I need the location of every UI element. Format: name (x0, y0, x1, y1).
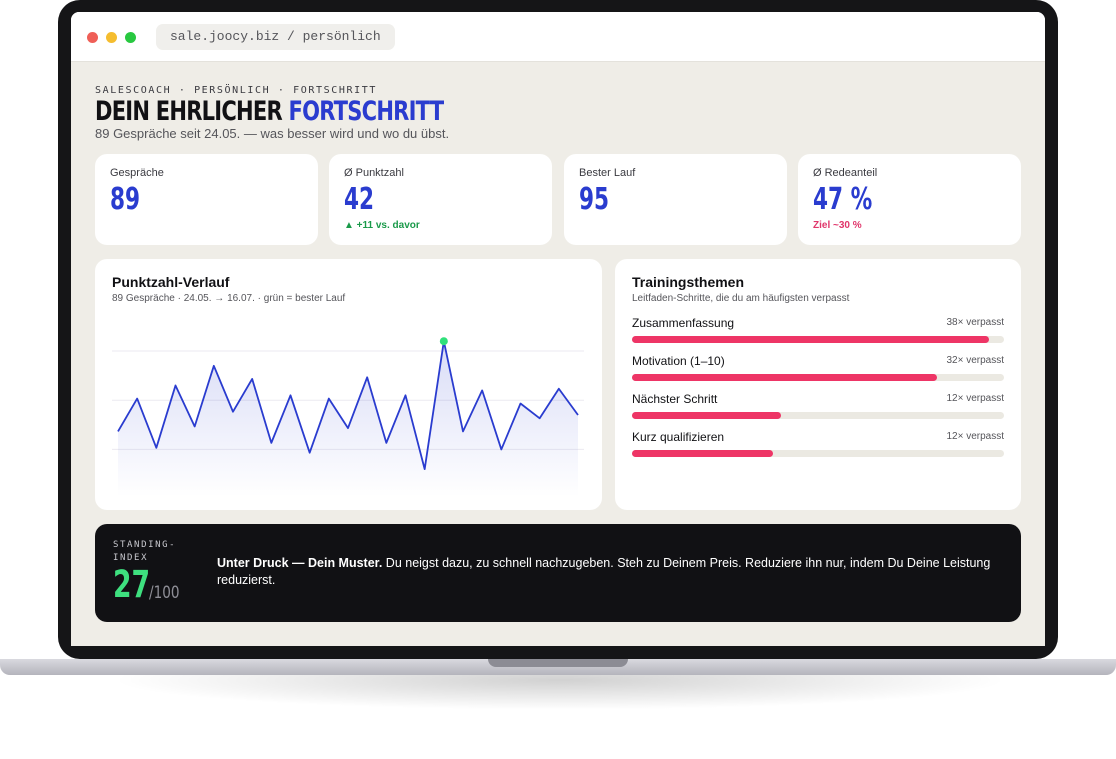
minimize-window-button[interactable] (106, 32, 117, 43)
kpi-value: 95 (579, 182, 610, 217)
topic-progress-track (632, 450, 1004, 457)
page-title: DEIN EHRLICHER FORTSCHRITT (95, 96, 444, 128)
best-run-marker (439, 337, 448, 346)
topic-count: 38× verpasst (946, 317, 1004, 328)
kpi-delta: ▲ +11 vs. davor (344, 220, 420, 231)
topic-progress-track (632, 336, 1004, 343)
score-chart-card: Punktzahl-Verlauf 89 Gespräche · 24.05. … (95, 259, 602, 510)
maximize-window-button[interactable] (125, 32, 136, 43)
kpi-card-bester-lauf: Bester Lauf 95 (564, 154, 787, 245)
topic-progress-fill (632, 450, 774, 457)
kpi-label: Ø Punktzahl (344, 167, 404, 179)
score-chart (112, 337, 584, 497)
kpi-label: Gespräche (110, 167, 164, 179)
topic-name: Motivation (1–10) (632, 354, 725, 368)
standing-index-card: STANDING-INDEX 27 /100 Unter Druck — Dei… (95, 524, 1021, 622)
topic-progress-fill (632, 412, 781, 419)
standing-insight-headline: Unter Druck — Dein Muster. (217, 556, 383, 570)
topic-name: Nächster Schritt (632, 392, 718, 406)
topics-title: Trainingsthemen (632, 274, 745, 290)
topic-item: Nächster Schritt 12× verpasst (632, 392, 1004, 422)
topics-subtitle: Leitfaden-Schritte, die du am häufigsten… (632, 293, 850, 304)
topic-item: Zusammenfassung 38× verpasst (632, 316, 1004, 346)
standing-index-label: STANDING-INDEX (113, 540, 177, 563)
topic-progress-track (632, 412, 1004, 419)
kpi-value: 47 % (813, 182, 873, 217)
topic-progress-fill (632, 374, 938, 381)
close-window-button[interactable] (87, 32, 98, 43)
laptop-notch (488, 659, 628, 667)
kpi-value: 89 (110, 182, 141, 217)
standing-insight-text: Unter Druck — Dein Muster. Du neigst daz… (217, 555, 997, 589)
topic-progress-fill (632, 336, 990, 343)
page-subtitle: 89 Gespräche seit 24.05. — was besser wi… (95, 126, 450, 141)
topic-item: Kurz qualifizieren 12× verpasst (632, 430, 1004, 460)
standing-index-max: /100 (149, 583, 180, 603)
address-bar[interactable]: sale.joocy.biz / persönlich (156, 24, 395, 50)
chart-area (118, 341, 578, 497)
topic-count: 12× verpasst (946, 393, 1004, 404)
topic-name: Kurz qualifizieren (632, 430, 725, 444)
kpi-card-redeanteil: Ø Redeanteil 47 % Ziel ~30 % (798, 154, 1021, 245)
page-title-accent: FORTSCHRITT (288, 96, 444, 127)
topic-count: 12× verpasst (946, 431, 1004, 442)
topic-item: Motivation (1–10) 32× verpasst (632, 354, 1004, 384)
kpi-target: Ziel ~30 % (813, 220, 862, 231)
kpi-card-gespraeche: Gespräche 89 (95, 154, 318, 245)
kpi-card-punktzahl: Ø Punktzahl 42 ▲ +11 vs. davor (329, 154, 552, 245)
kpi-value: 42 (344, 182, 375, 217)
screen: sale.joocy.biz / persönlich SALESCOACH ·… (71, 12, 1045, 646)
page-title-main: DEIN EHRLICHER (95, 96, 289, 127)
kpi-label: Ø Redeanteil (813, 167, 878, 179)
browser-bar: sale.joocy.biz / persönlich (71, 12, 1045, 62)
training-topics-card: Trainingsthemen Leitfaden-Schritte, die … (615, 259, 1021, 510)
topic-count: 32× verpasst (946, 355, 1004, 366)
breadcrumb: SALESCOACH · PERSÖNLICH · FORTSCHRITT (95, 85, 377, 96)
kpi-label: Bester Lauf (579, 167, 636, 179)
topic-name: Zusammenfassung (632, 316, 735, 330)
topic-progress-track (632, 374, 1004, 381)
standing-index-value: 27 (113, 563, 151, 606)
